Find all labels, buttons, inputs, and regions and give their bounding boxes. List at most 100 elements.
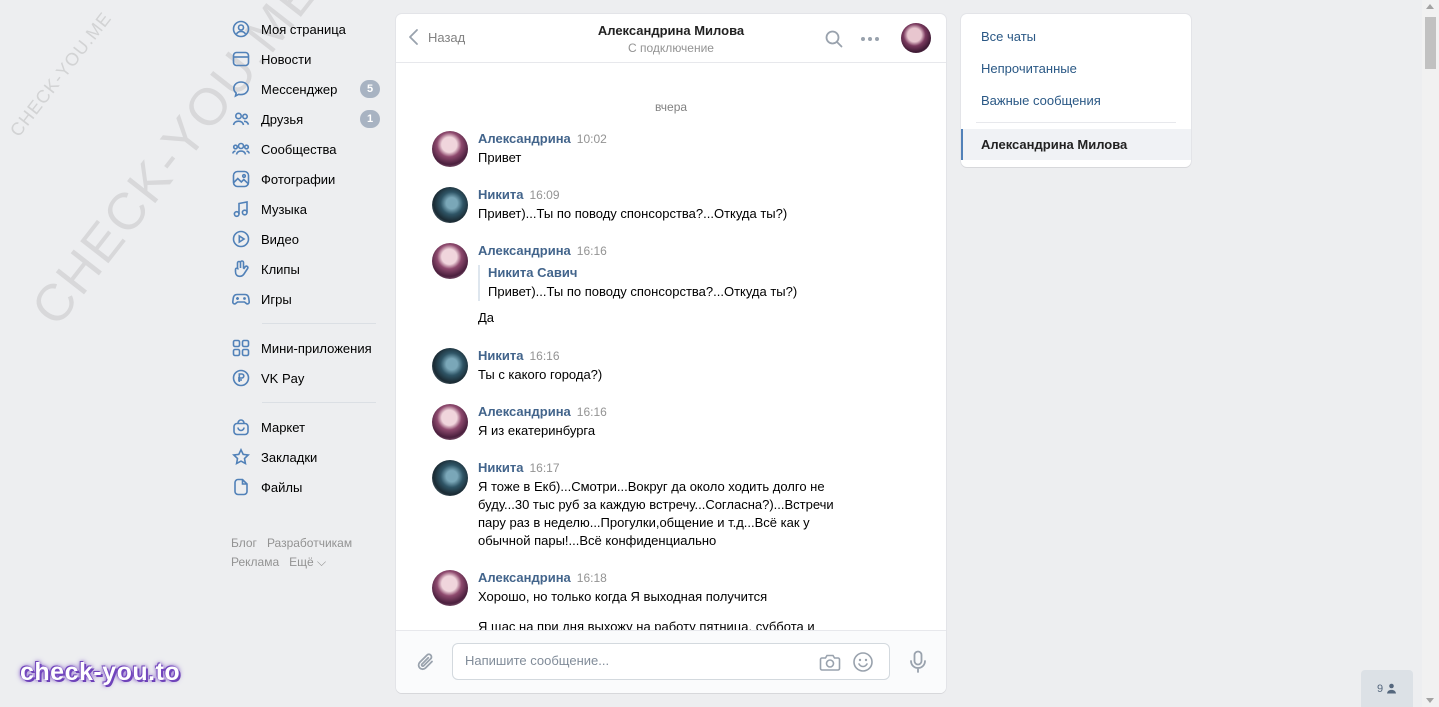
scroll-thumb[interactable] (1425, 17, 1436, 69)
message-author[interactable]: Никита (478, 460, 523, 475)
chat-avatar[interactable] (901, 23, 931, 53)
forwarded-author[interactable]: Никита Савич (488, 265, 852, 281)
nav-divider (262, 323, 376, 324)
music-icon (232, 200, 250, 218)
online-friends-widget[interactable]: 9 (1361, 670, 1413, 707)
nav-label: Клипы (261, 261, 300, 277)
page-scrollbar[interactable] (1422, 0, 1439, 707)
avatar[interactable] (432, 460, 468, 496)
message-author[interactable]: Никита (478, 187, 523, 202)
footer-link-ads[interactable]: Реклама (231, 555, 279, 569)
footer-link-developers[interactable]: Разработчикам (267, 536, 352, 550)
nav-item-messenger[interactable]: Мессенджер 5 (228, 74, 380, 104)
message-text: Я тоже в Екб)...Смотри...Вокруг да около… (478, 479, 834, 548)
message-author[interactable]: Александрина (478, 570, 571, 585)
avatar[interactable] (432, 187, 468, 223)
nav-label: VK Pay (261, 370, 305, 386)
nav-label: Мессенджер (261, 81, 338, 97)
nav-label: Фотографии (261, 171, 336, 187)
nav-label: Друзья (261, 111, 304, 127)
panel-divider (976, 122, 1176, 123)
filter-unread[interactable]: Непрочитанные (981, 61, 1077, 76)
emoji-icon[interactable] (852, 651, 874, 673)
nav-item-clips[interactable]: Клипы (228, 254, 380, 284)
chat-header: Назад Александрина Милова С подключение (396, 14, 946, 63)
user-circle-icon (232, 20, 250, 38)
nav-item-market[interactable]: Маркет (228, 412, 380, 442)
message-time: 16:16 (529, 349, 560, 363)
message: Никита 16:09 Привет)...Ты по поводу спонс… (432, 187, 852, 223)
filter-all-chats[interactable]: Все чаты (981, 29, 1036, 44)
message-text: Хорошо, но только когда Я выходная получ… (478, 589, 768, 604)
nav-item-news[interactable]: Новости (228, 44, 380, 74)
avatar[interactable] (432, 404, 468, 440)
nav-item-files[interactable]: Файлы (228, 472, 380, 502)
message-author[interactable]: Александрина (478, 243, 571, 258)
chat-status: С подключение (628, 41, 714, 55)
star-icon (232, 448, 250, 466)
apps-icon (232, 339, 250, 357)
friends-count-badge: 1 (360, 110, 380, 128)
nav-label: Игры (261, 291, 292, 307)
nav-item-music[interactable]: Музыка (228, 194, 380, 224)
message-text: Ты с какого города?) (478, 367, 603, 382)
search-icon[interactable] (824, 29, 844, 49)
message-text: Привет)...Ты по поводу спонсорства?...От… (478, 206, 788, 221)
person-icon (1387, 683, 1397, 694)
nav-item-my-page[interactable]: Моя страница (228, 14, 380, 44)
message-author[interactable]: Александрина (478, 131, 571, 146)
nav-item-mini-apps[interactable]: Мини-приложения (228, 333, 380, 363)
file-icon (232, 478, 250, 496)
more-icon[interactable] (860, 36, 880, 42)
message-time: 16:16 (576, 244, 607, 258)
scroll-up-arrow[interactable] (1426, 4, 1434, 9)
day-separator: вчера (654, 100, 688, 114)
nav-label: Новости (261, 51, 312, 67)
nav-item-friends[interactable]: Друзья 1 (228, 104, 380, 134)
avatar[interactable] (432, 570, 468, 606)
footer-link-more[interactable]: Ещё ⌵ (289, 555, 326, 569)
avatar[interactable] (432, 243, 468, 279)
nav-label: Музыка (261, 201, 307, 217)
nav-item-games[interactable]: Игры (228, 284, 380, 314)
message-author[interactable]: Никита (478, 348, 523, 363)
message-text: Привет (478, 150, 522, 165)
nav-item-photos[interactable]: Фотографии (228, 164, 380, 194)
avatar[interactable] (432, 348, 468, 384)
message-time: 16:18 (576, 571, 607, 585)
footer-link-blog[interactable]: Блог (231, 536, 257, 550)
message-time: 16:17 (529, 461, 560, 475)
left-navigation: Моя страница Новости Мессенджер 5 Друзья… (228, 14, 380, 502)
filter-important[interactable]: Важные сообщения (981, 93, 1101, 108)
active-chat-item[interactable]: Александрина Милова (961, 129, 1191, 160)
message-author[interactable]: Александрина (478, 404, 571, 419)
forwarded-message[interactable]: Никита Савич Привет)...Ты по поводу спон… (478, 265, 852, 301)
nav-item-communities[interactable]: Сообщества (228, 134, 380, 164)
chat-panel: Назад Александрина Милова С подключение … (396, 14, 946, 693)
vkpay-icon (232, 369, 250, 387)
news-icon (232, 50, 250, 68)
nav-item-video[interactable]: Видео (228, 224, 380, 254)
camera-icon[interactable] (819, 652, 841, 672)
message-input[interactable] (465, 653, 795, 668)
microphone-icon[interactable] (907, 650, 929, 674)
nav-item-bookmarks[interactable]: Закладки (228, 442, 380, 472)
gamepad-icon (232, 290, 250, 308)
message: Александрина 16:16 Никита Савич Привет)..… (432, 243, 852, 327)
message-composer (396, 630, 946, 693)
video-icon (232, 230, 250, 248)
nav-label: Видео (261, 231, 299, 247)
message: Александрина 10:02 Привет (432, 131, 852, 167)
message-history[interactable]: вчера Александрина 10:02 Привет Никита 16:… (396, 64, 946, 631)
nav-divider (262, 402, 376, 403)
active-chat-name: Александрина Милова (981, 137, 1128, 152)
nav-label: Файлы (261, 479, 303, 495)
nav-label: Закладки (261, 449, 318, 465)
nav-label: Мини-приложения (261, 340, 372, 356)
watermark-small: CHECK-YOU.ME (6, 8, 116, 141)
scroll-down-arrow[interactable] (1426, 698, 1434, 703)
avatar[interactable] (432, 131, 468, 167)
nav-item-vkpay[interactable]: VK Pay (228, 363, 380, 393)
message: Никита 16:16 Ты с какого города?) (432, 348, 852, 384)
paperclip-icon[interactable] (415, 651, 437, 673)
